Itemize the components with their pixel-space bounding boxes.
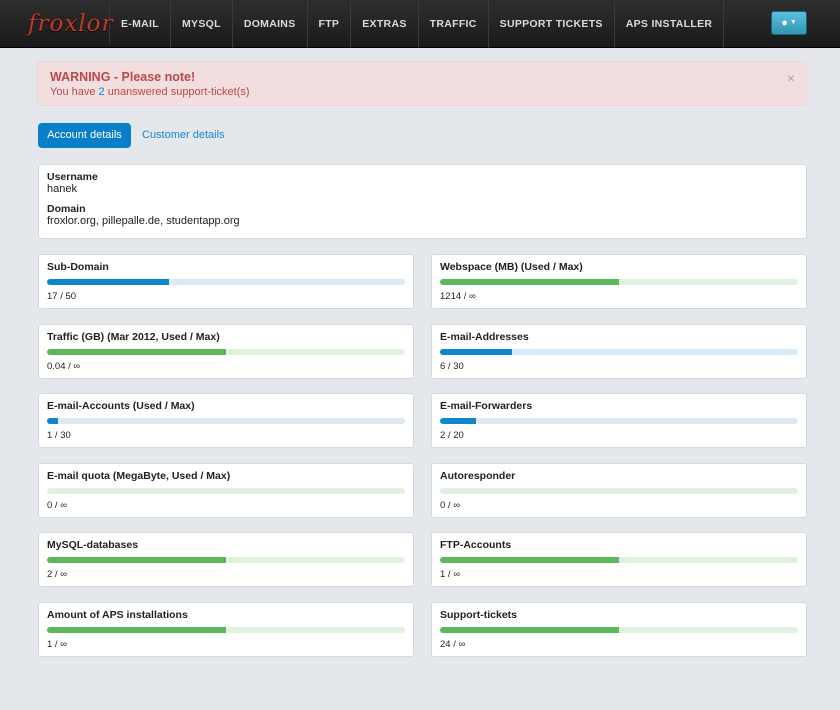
stat-card: FTP-Accounts 1 / ∞ — [431, 532, 807, 587]
progress-fill — [440, 349, 512, 355]
stat-title: E-mail quota (MegaByte, Used / Max) — [47, 470, 231, 482]
froxlor-logo[interactable]: froxlor — [28, 4, 113, 44]
stat-value: 1 / ∞ — [440, 569, 460, 580]
account-details-panel: Username hanek Domain froxlor.org, pille… — [38, 164, 807, 239]
progress-fill — [440, 627, 619, 633]
progress-bar — [47, 279, 405, 285]
progress-bar — [47, 557, 405, 563]
stat-card: Autoresponder 0 / ∞ — [431, 463, 807, 518]
stat-title: Traffic (GB) (Mar 2012, Used / Max) — [47, 331, 220, 343]
progress-fill — [440, 418, 476, 424]
progress-bar — [440, 557, 798, 563]
stat-title: E-mail-Forwarders — [440, 400, 533, 412]
progress-fill — [47, 349, 226, 355]
stat-card: MySQL-databases 2 / ∞ — [38, 532, 414, 587]
alert-text-end: unanswered support-ticket(s) — [104, 86, 250, 98]
stat-card: Support-tickets 24 / ∞ — [431, 602, 807, 657]
stat-title: FTP-Accounts — [440, 539, 512, 551]
stat-value: 17 / 50 — [47, 291, 77, 302]
progress-bar — [47, 349, 405, 355]
username-label: Username — [47, 171, 98, 183]
nav-ftp[interactable]: FTP — [308, 0, 352, 48]
progress-bar — [440, 279, 798, 285]
stat-title: Sub-Domain — [47, 261, 109, 273]
nav-aps-installer[interactable]: APS INSTALLER — [615, 0, 725, 48]
progress-fill — [440, 279, 619, 285]
alert-title: WARNING - Please note! — [50, 70, 196, 84]
stat-title: E-mail-Accounts (Used / Max) — [47, 400, 195, 412]
stat-value: 2 / 20 — [440, 430, 464, 441]
user-menu-button[interactable]: ● ▼ — [771, 11, 807, 35]
stat-card: Sub-Domain 17 / 50 — [38, 254, 414, 309]
stat-card: Webspace (MB) (Used / Max) 1214 / ∞ — [431, 254, 807, 309]
nav-traffic[interactable]: TRAFFIC — [419, 0, 489, 48]
nav-mysql[interactable]: MYSQL — [171, 0, 233, 48]
progress-fill — [47, 557, 226, 563]
progress-bar — [47, 488, 405, 494]
stat-value: 0 / ∞ — [440, 500, 460, 511]
stat-value: 6 / 30 — [440, 361, 464, 372]
top-navbar: froxlor E-MAIL MYSQL DOMAINS FTP EXTRAS TRAFF… — [0, 0, 840, 48]
stat-card: E-mail quota (MegaByte, Used / Max) 0 / ∞ — [38, 463, 414, 518]
stat-card: E-mail-Accounts (Used / Max) 1 / 30 — [38, 393, 414, 448]
warning-alert: WARNING - Please note! You have 2 unansw… — [37, 61, 807, 106]
progress-bar — [47, 627, 405, 633]
close-icon[interactable]: × — [787, 70, 795, 86]
nav-domains[interactable]: DOMAINS — [233, 0, 308, 48]
progress-fill — [47, 418, 58, 424]
stat-value: 0.04 / ∞ — [47, 361, 81, 372]
stat-card: E-mail-Addresses 6 / 30 — [431, 324, 807, 379]
domain-label: Domain — [47, 203, 86, 215]
stat-title: E-mail-Addresses — [440, 331, 529, 343]
caret-down-icon: ▼ — [789, 19, 797, 27]
stat-value: 1 / 30 — [47, 430, 71, 441]
progress-fill — [47, 279, 169, 285]
stat-value: 24 / ∞ — [440, 639, 466, 650]
user-icon: ● — [781, 17, 788, 29]
progress-fill — [440, 557, 619, 563]
progress-bar — [47, 418, 405, 424]
tab-customer-details[interactable]: Customer details — [142, 123, 225, 148]
stat-value: 1 / ∞ — [47, 639, 67, 650]
main-nav: E-MAIL MYSQL DOMAINS FTP EXTRAS TRAFFIC SUPPOR… — [110, 0, 725, 48]
stat-card: Amount of APS installations 1 / ∞ — [38, 602, 414, 657]
progress-bar — [440, 349, 798, 355]
domain-value: froxlor.org, pillepalle.de, studentapp.o… — [47, 215, 240, 227]
stat-card: E-mail-Forwarders 2 / 20 — [431, 393, 807, 448]
progress-bar — [440, 627, 798, 633]
stat-title: Amount of APS installations — [47, 609, 188, 621]
alert-message: You have 2 unanswered support-ticket(s) — [50, 86, 794, 98]
progress-bar — [440, 488, 798, 494]
progress-bar — [440, 418, 798, 424]
stat-card: Traffic (GB) (Mar 2012, Used / Max) 0.04 … — [38, 324, 414, 379]
stat-title: Support-tickets — [440, 609, 518, 621]
stat-value: 0 / ∞ — [47, 500, 67, 511]
stat-value: 2 / ∞ — [47, 569, 67, 580]
stat-value: 1214 / ∞ — [440, 291, 476, 302]
progress-fill — [47, 627, 226, 633]
stat-title: MySQL-databases — [47, 539, 139, 551]
stat-title: Webspace (MB) (Used / Max) — [440, 261, 583, 273]
tab-account-details[interactable]: Account details — [38, 123, 131, 148]
nav-support-tickets[interactable]: SUPPORT TICKETS — [489, 0, 615, 48]
nav-email[interactable]: E-MAIL — [110, 0, 171, 48]
alert-text-start: You have — [50, 86, 99, 98]
nav-extras[interactable]: EXTRAS — [351, 0, 419, 48]
stat-title: Autoresponder — [440, 470, 516, 482]
username-value: hanek — [47, 183, 77, 195]
